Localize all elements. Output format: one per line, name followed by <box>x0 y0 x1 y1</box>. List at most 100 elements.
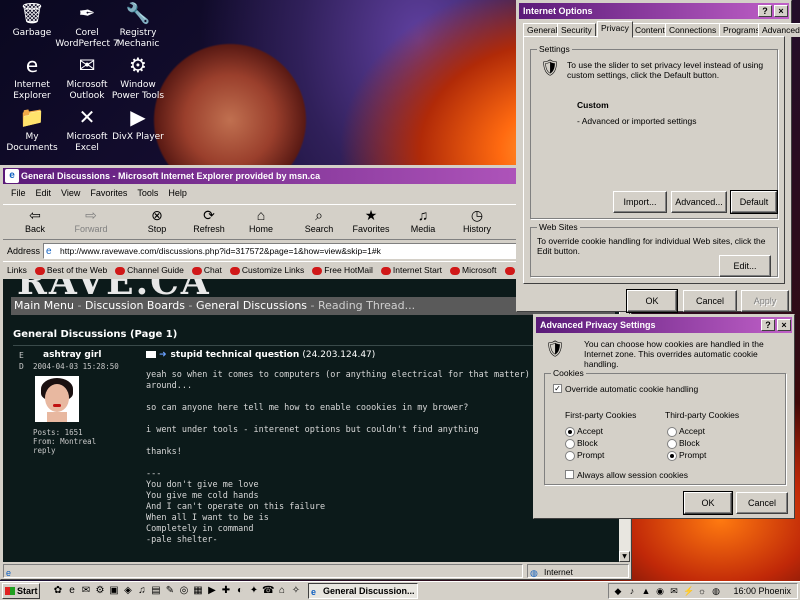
avatar <box>35 376 79 422</box>
tab-advanced[interactable]: Advanced <box>758 23 800 37</box>
back-button[interactable]: ⇦ Back <box>11 206 59 240</box>
session-checkbox-box[interactable] <box>565 470 574 479</box>
start-button[interactable]: Start <box>2 583 40 599</box>
tab-privacy[interactable]: Privacy <box>597 21 633 38</box>
link-item[interactable]: Free HotMail <box>312 262 373 278</box>
post-username[interactable]: ashtray girl <box>43 350 101 360</box>
third-party-block-radio[interactable]: Block <box>667 438 700 449</box>
link-item[interactable]: Microsoft <box>450 262 497 278</box>
menu-favorites[interactable]: Favorites <box>85 184 132 202</box>
menu-edit[interactable]: Edit <box>31 184 57 202</box>
desktop-icon-label: DivX Player <box>112 132 164 142</box>
quicklaunch-icon[interactable]: ✿ <box>52 585 64 597</box>
tab-content[interactable]: Content <box>631 23 669 37</box>
link-item[interactable]: Channel Guide <box>115 262 184 278</box>
tray-icon[interactable]: ◆ <box>613 586 623 596</box>
desktop-icon[interactable]: ▶ DivX Player <box>106 104 170 143</box>
quicklaunch-icon[interactable]: ◈ <box>122 585 134 597</box>
cancel-button[interactable]: Cancel <box>736 492 788 514</box>
quicklaunch-icon[interactable]: ☎ <box>262 585 274 597</box>
first-party-accept-radio[interactable]: Accept <box>565 426 603 437</box>
tab-security[interactable]: Security <box>557 23 596 37</box>
breadcrumb-item[interactable]: General Discussions <box>196 299 307 312</box>
clock[interactable]: 16:00 Phoenix <box>733 584 791 598</box>
help-button[interactable]: ? <box>758 5 772 17</box>
quicklaunch-icon[interactable]: ⚙ <box>94 585 106 597</box>
tray-icon[interactable]: ☼ <box>697 586 707 596</box>
tray-icon[interactable]: ◉ <box>655 586 665 596</box>
tray-icon[interactable]: ✉ <box>669 586 679 596</box>
override-cookies-checkbox[interactable]: ✓ Override automatic cookie handling <box>553 384 698 394</box>
default-button[interactable]: Default <box>730 190 778 214</box>
link-item[interactable]: Chat <box>191 262 222 278</box>
history-icon: ◷ <box>470 207 484 223</box>
email-icon[interactable] <box>146 351 156 358</box>
internet-options-title-bar[interactable]: Internet Options ? × <box>519 3 789 19</box>
tab-connections[interactable]: Connections <box>665 23 721 37</box>
search-button[interactable]: ⌕ Search <box>295 206 343 240</box>
edit-delete-links[interactable]: E D <box>19 350 29 372</box>
help-button[interactable]: ? <box>761 319 775 331</box>
taskbar: Start ✿ e ✉ ⚙ ▣ ◈ ♫ ▤ ✎ ◎ ▦ ▶ ✚ ◐ ✦ ☎ ⌂ … <box>0 581 800 600</box>
menu-tools[interactable]: Tools <box>132 184 163 202</box>
quicklaunch-icon[interactable]: ✉ <box>80 585 92 597</box>
quicklaunch-icon[interactable]: ✧ <box>290 585 302 597</box>
desktop-icon[interactable]: ⚙ Window Power Tools <box>106 52 170 102</box>
session-cookies-checkbox[interactable]: Always allow session cookies <box>565 470 688 480</box>
forward-button[interactable]: ⇨ Forward <box>67 206 115 240</box>
tray-icon[interactable]: ◍ <box>711 586 721 596</box>
scroll-down-arrow-icon[interactable]: ▼ <box>619 551 630 562</box>
third-party-accept-radio[interactable]: Accept <box>667 426 705 437</box>
first-party-prompt-radio[interactable]: Prompt <box>565 450 604 461</box>
taskbar-item-ie[interactable]: e General Discussion... <box>308 583 418 599</box>
reply-link[interactable]: reply <box>33 446 96 455</box>
close-icon[interactable]: × <box>774 5 788 17</box>
quicklaunch-icon[interactable]: ✦ <box>248 585 260 597</box>
quicklaunch-icon[interactable]: ◐ <box>234 585 246 597</box>
refresh-button[interactable]: ⟳ Refresh <box>185 206 233 240</box>
breadcrumb-item: Reading Thread... <box>318 299 416 312</box>
quicklaunch-icon[interactable]: ◎ <box>178 585 190 597</box>
quicklaunch-icon[interactable]: ▶ <box>206 585 218 597</box>
override-checkbox-box[interactable]: ✓ <box>553 384 562 393</box>
quicklaunch-icon[interactable]: ▦ <box>192 585 204 597</box>
stop-button[interactable]: ⊗ Stop <box>133 206 181 240</box>
advanced-button[interactable]: Advanced... <box>671 191 727 213</box>
quicklaunch-icon[interactable]: e <box>66 585 78 597</box>
tray-icon[interactable]: ♪ <box>627 586 637 596</box>
advanced-privacy-title-bar[interactable]: Advanced Privacy Settings ? × <box>536 317 792 333</box>
home-button[interactable]: ⌂ Home <box>237 206 285 240</box>
menu-file[interactable]: File <box>3 184 31 202</box>
toolbar-label: History <box>462 224 491 234</box>
link-item[interactable]: Best of the Web <box>34 262 107 278</box>
advanced-privacy-intro: You can choose how cookies are handled i… <box>584 339 764 369</box>
media-button[interactable]: ♫ Media <box>399 206 447 240</box>
ok-button[interactable]: OK <box>683 491 733 515</box>
breadcrumb-item[interactable]: Discussion Boards <box>85 299 185 312</box>
favorites-button[interactable]: ★ Favorites <box>347 206 395 240</box>
menu-help[interactable]: Help <box>163 184 192 202</box>
third-party-prompt-radio[interactable]: Prompt <box>667 450 706 461</box>
desktop-icon[interactable]: 🔧 Registry Mechanic <box>106 0 170 50</box>
first-party-block-radio[interactable]: Block <box>565 438 598 449</box>
breadcrumb-item[interactable]: Main Menu <box>14 299 74 312</box>
quicklaunch-icon[interactable]: ▤ <box>150 585 162 597</box>
link-item[interactable]: Customize Links <box>229 262 304 278</box>
cancel-button[interactable]: Cancel <box>683 290 737 312</box>
quicklaunch-icon[interactable]: ⌂ <box>276 585 288 597</box>
ok-button[interactable]: OK <box>626 289 678 313</box>
import-button[interactable]: Import... <box>613 191 667 213</box>
menu-view[interactable]: View <box>56 184 85 202</box>
tray-icon[interactable]: ⚡ <box>683 586 694 596</box>
tab-general[interactable]: General <box>523 23 562 37</box>
apply-button[interactable]: Apply <box>741 290 789 312</box>
edit-button[interactable]: Edit... <box>719 255 771 277</box>
quicklaunch-icon[interactable]: ♫ <box>136 585 148 597</box>
tray-icon[interactable]: ▲ <box>641 586 651 596</box>
quicklaunch-icon[interactable]: ▣ <box>108 585 120 597</box>
quicklaunch-icon[interactable]: ✎ <box>164 585 176 597</box>
close-icon[interactable]: × <box>777 319 791 331</box>
quicklaunch-icon[interactable]: ✚ <box>220 585 232 597</box>
link-item[interactable]: Internet Start <box>380 262 442 278</box>
history-button[interactable]: ◷ History <box>453 206 501 240</box>
